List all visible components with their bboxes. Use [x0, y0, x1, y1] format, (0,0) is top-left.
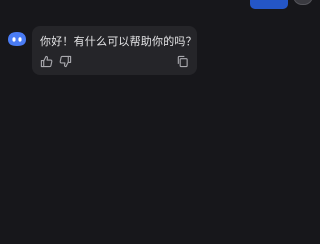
assistant-message-text: 你好！有什么可以帮助你的吗？ — [40, 35, 197, 48]
assistant-avatar-icon — [7, 31, 27, 47]
thumbs-up-icon[interactable] — [40, 55, 53, 68]
user-message-bubble — [250, 0, 288, 9]
copy-icon[interactable] — [176, 55, 189, 68]
thumbs-down-icon[interactable] — [59, 55, 72, 68]
assistant-message-bubble: 你好！有什么可以帮助你的吗？ — [32, 26, 197, 75]
chat-window: 你好！有什么可以帮助你的吗？ — [0, 0, 320, 244]
user-avatar — [293, 0, 313, 5]
